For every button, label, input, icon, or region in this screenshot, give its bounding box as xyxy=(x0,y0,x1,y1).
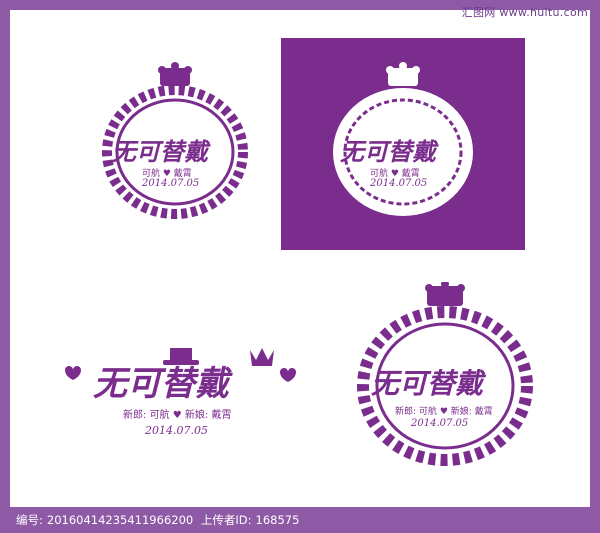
uploader-value: 168575 xyxy=(255,513,300,527)
bride-label: 新娘: xyxy=(184,410,209,421)
groom-label: 新郎: xyxy=(395,407,417,417)
wedding-emblem-top-left: 无可替戴 可航 ♥ 戴霄 2014.07.05 xyxy=(90,62,260,232)
emblem-date: 2014.07.05 xyxy=(370,178,428,189)
heart-icon: ♥ xyxy=(172,410,182,421)
uploader-label: 上传者ID: xyxy=(200,513,252,527)
logo-date: 2014.07.05 xyxy=(145,424,208,437)
id-value: 20160414235411966200 xyxy=(46,513,194,527)
emblem-title: 无可替戴 xyxy=(112,137,208,166)
groom-label: 新郎: xyxy=(123,410,147,421)
wedding-logo-text: 无可替戴 新郎: 可航 ♥ 新娘: 戴霄 2014.07.05 xyxy=(55,340,305,450)
emblem-date: 2014.07.05 xyxy=(411,418,469,429)
wedding-emblem-top-right: 无可替戴 可航 ♥ 戴霄 2014.07.05 xyxy=(318,62,488,232)
bride-name: 戴霄 xyxy=(474,407,493,417)
id-label: 编号: xyxy=(16,513,43,527)
emblem-names: 新郎: 可航 ♥ 新娘: 戴霄 xyxy=(395,404,493,417)
groom-name: 可航 xyxy=(149,410,170,421)
logo-title: 无可替戴 xyxy=(93,364,229,404)
heart-icon: ♥ xyxy=(439,407,448,417)
bride-label: 新娘: xyxy=(450,407,472,417)
groom-name: 可航 xyxy=(418,407,437,417)
logo-names: 新郎: 可航 ♥ 新娘: 戴霄 xyxy=(123,406,231,421)
image-info-footer: 编号: 20160414235411966200 上传者ID: 168575 xyxy=(0,507,600,533)
emblem-title: 无可替戴 xyxy=(340,137,436,166)
emblem-date: 2014.07.05 xyxy=(142,178,200,189)
bride-name: 戴霄 xyxy=(211,410,232,421)
site-watermark: 汇图网 www.huitu.com xyxy=(461,6,588,19)
wedding-emblem-bottom-right: 无可替戴 新郎: 可航 ♥ 新娘: 戴霄 2014.07.05 xyxy=(345,280,545,472)
emblem-title: 无可替戴 xyxy=(371,367,484,400)
